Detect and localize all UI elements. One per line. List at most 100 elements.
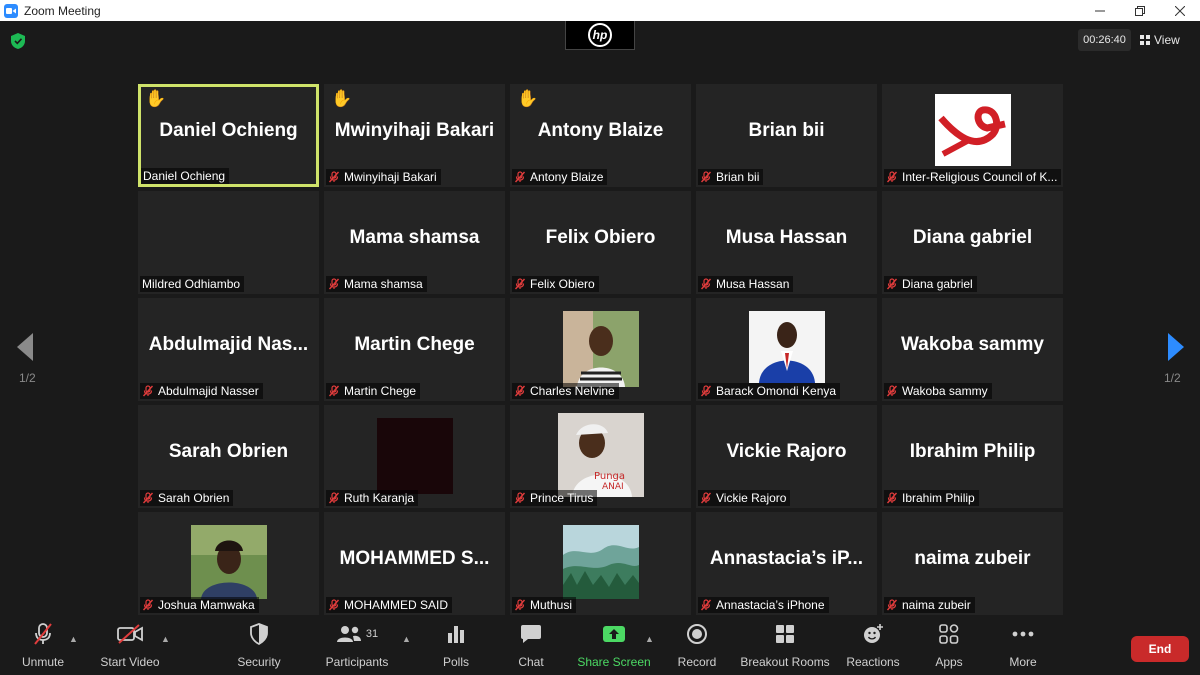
- participant-tile[interactable]: Sarah Obrien Sarah Obrien: [138, 405, 319, 508]
- participant-tile[interactable]: Abdulmajid Nas... Abdulmajid Nasser: [138, 298, 319, 401]
- participant-name-caption: Prince Tirus: [512, 490, 598, 506]
- view-button[interactable]: View: [1140, 29, 1180, 51]
- participant-name-caption: Muthusi: [512, 597, 577, 613]
- participant-name-caption: Charles Nelvine: [512, 383, 619, 399]
- participant-tile[interactable]: Joshua Mamwaka: [138, 512, 319, 615]
- participant-name-caption: Mwinyihaji Bakari: [326, 169, 441, 185]
- muted-mic-icon: [328, 385, 340, 397]
- encryption-shield-icon[interactable]: [11, 33, 25, 49]
- participant-display-name: MOHAMMED S...: [339, 548, 490, 569]
- participant-tile[interactable]: Ibrahim Philip Ibrahim Philip: [882, 405, 1063, 508]
- participants-count: 31: [365, 628, 379, 640]
- participant-tile[interactable]: Inter-Religious Council of K...: [882, 84, 1063, 187]
- participants-button[interactable]: 31 Participants: [326, 617, 388, 669]
- record-label: Record: [677, 655, 717, 669]
- close-button[interactable]: [1160, 0, 1200, 21]
- participant-name: Mildred Odhiambo: [142, 277, 241, 291]
- participant-tile[interactable]: Ruth Karanja: [324, 405, 505, 508]
- participant-tile[interactable]: Barack Omondi Kenya: [696, 298, 877, 401]
- participant-name-caption: naima zubeir: [884, 597, 975, 613]
- share-screen-button[interactable]: Share Screen: [577, 617, 651, 669]
- participant-tile[interactable]: Vickie Rajoro Vickie Rajoro: [696, 405, 877, 508]
- participant-name-caption: Mama shamsa: [326, 276, 427, 292]
- security-button[interactable]: Security: [234, 617, 284, 669]
- svg-text:ANAI: ANAI: [602, 482, 624, 492]
- participant-name-caption: Vickie Rajoro: [698, 490, 791, 506]
- breakout-rooms-button[interactable]: Breakout Rooms: [740, 617, 830, 669]
- end-meeting-button[interactable]: End: [1131, 636, 1189, 662]
- muted-mic-icon: [886, 492, 898, 504]
- more-dots-icon: [1012, 631, 1034, 637]
- participant-tile[interactable]: Musa Hassan Musa Hassan: [696, 191, 877, 294]
- video-options-caret-icon[interactable]: ▲: [161, 634, 170, 644]
- camera-overlay: hp: [565, 21, 635, 50]
- unmute-button[interactable]: Unmute: [18, 617, 68, 669]
- muted-mic-icon: [886, 599, 898, 611]
- minimize-button[interactable]: [1080, 0, 1120, 21]
- participant-name: Antony Blaize: [530, 170, 604, 184]
- participant-display-name: Mama shamsa: [349, 227, 480, 248]
- window-title: Zoom Meeting: [24, 3, 101, 18]
- participant-tile[interactable]: ✋ Antony Blaize Antony Blaize: [510, 84, 691, 187]
- muted-mic-icon: [514, 385, 526, 397]
- participant-name-caption: Daniel Ochieng: [141, 168, 230, 184]
- security-shield-icon: [250, 623, 268, 645]
- page-indicator-right: 1/2: [1164, 371, 1181, 385]
- participant-video: [749, 311, 825, 383]
- participant-name-caption: Antony Blaize: [512, 169, 608, 185]
- meeting-toolbar: Unmute ▲ Start Video ▲ Security 31 Parti…: [0, 617, 1200, 675]
- participant-tile[interactable]: Felix Obiero Felix Obiero: [510, 191, 691, 294]
- muted-mic-icon: [142, 599, 154, 611]
- muted-mic-icon: [142, 492, 154, 504]
- svg-text:Punga: Punga: [594, 471, 625, 482]
- polls-icon: [448, 626, 464, 643]
- participant-name: Barack Omondi Kenya: [716, 384, 837, 398]
- participant-name: Felix Obiero: [530, 277, 595, 291]
- previous-page-arrow-icon[interactable]: [17, 333, 35, 361]
- meeting-timer: 00:26:40: [1078, 29, 1131, 51]
- participant-tile[interactable]: Annastacia’s iP... Annastacia’s iPhone: [696, 512, 877, 615]
- organization-logo: [935, 94, 1011, 166]
- participant-tile[interactable]: naima zubeir naima zubeir: [882, 512, 1063, 615]
- restore-icon: [1135, 5, 1145, 16]
- participant-tile[interactable]: Mama shamsa Mama shamsa: [324, 191, 505, 294]
- participant-display-name: Antony Blaize: [537, 120, 664, 141]
- participants-options-caret-icon[interactable]: ▲: [402, 634, 411, 644]
- next-page-arrow-icon[interactable]: [1166, 333, 1184, 361]
- start-video-label: Start Video: [100, 655, 160, 669]
- participant-tile[interactable]: MOHAMMED S... MOHAMMED SAID: [324, 512, 505, 615]
- start-video-button[interactable]: Start Video: [99, 617, 161, 669]
- participant-tile[interactable]: Mildred Odhiambo: [138, 191, 319, 294]
- muted-mic-icon: [514, 599, 526, 611]
- audio-options-caret-icon[interactable]: ▲: [69, 634, 78, 644]
- record-button[interactable]: Record: [677, 617, 717, 669]
- polls-label: Polls: [442, 655, 469, 669]
- participant-name-caption: Abdulmajid Nasser: [140, 383, 263, 399]
- participant-name: Mwinyihaji Bakari: [344, 170, 437, 184]
- participant-tile[interactable]: Punga ANAI Prince Tirus: [510, 405, 691, 508]
- participant-tile[interactable]: Diana gabriel Diana gabriel: [882, 191, 1063, 294]
- raised-hand-icon: ✋: [517, 89, 539, 108]
- participant-tile[interactable]: ✋ Mwinyihaji Bakari Mwinyihaji Bakari: [324, 84, 505, 187]
- security-label: Security: [237, 655, 281, 669]
- chat-button[interactable]: Chat: [511, 617, 551, 669]
- apps-button[interactable]: Apps: [929, 617, 969, 669]
- participant-tile[interactable]: Wakoba sammy Wakoba sammy: [882, 298, 1063, 401]
- restore-button[interactable]: [1120, 0, 1160, 21]
- participant-name: Mama shamsa: [344, 277, 423, 291]
- participant-display-name: Ibrahim Philip: [909, 441, 1036, 462]
- polls-button[interactable]: Polls: [436, 617, 476, 669]
- participant-name: Musa Hassan: [716, 277, 790, 291]
- reactions-button[interactable]: Reactions: [846, 617, 900, 669]
- more-button[interactable]: More: [1003, 617, 1043, 669]
- share-options-caret-icon[interactable]: ▲: [645, 634, 654, 644]
- record-icon: [687, 624, 707, 644]
- participant-tile[interactable]: Martin Chege Martin Chege: [324, 298, 505, 401]
- participant-tile[interactable]: Brian bii Brian bii: [696, 84, 877, 187]
- muted-mic-icon: [328, 171, 340, 183]
- muted-mic-icon: [700, 385, 712, 397]
- reactions-label: Reactions: [846, 655, 900, 669]
- participant-tile[interactable]: Charles Nelvine: [510, 298, 691, 401]
- participant-tile[interactable]: ✋ Daniel Ochieng Daniel Ochieng: [138, 84, 319, 187]
- participant-tile[interactable]: Muthusi: [510, 512, 691, 615]
